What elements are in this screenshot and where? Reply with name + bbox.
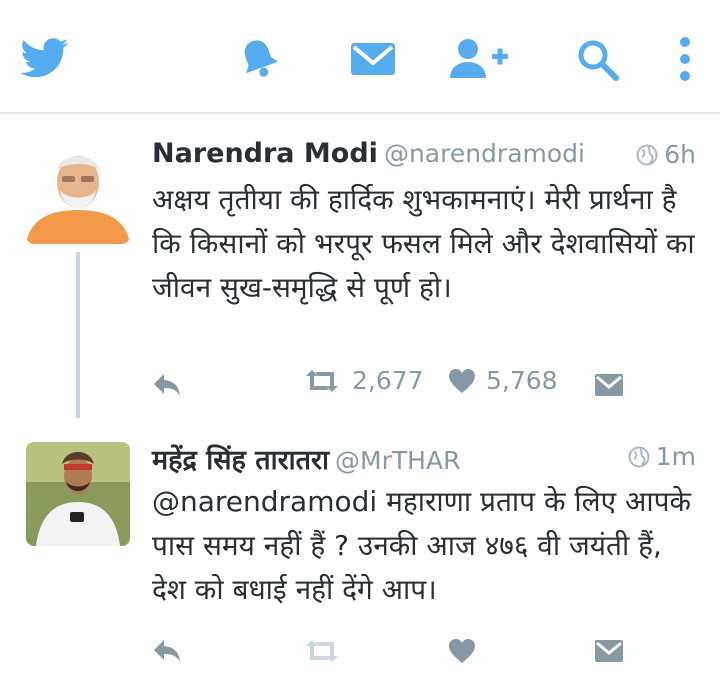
reply-icon[interactable] [152,638,182,664]
reply-icon[interactable] [152,372,182,398]
tweet-actions: 2,677 5,768 [152,366,632,406]
author-handle[interactable]: @MrTHAR [335,446,460,475]
top-nav-bar [0,0,720,114]
retweet-action[interactable]: 2,677 [302,366,424,395]
search-icon[interactable] [576,38,620,82]
messages-envelope-icon[interactable] [350,40,396,78]
heart-icon [449,368,475,393]
tweet-time: 1m [655,442,696,471]
heart-icon[interactable] [448,638,476,664]
globe-icon [636,144,658,165]
tweet-timestamp: 1m [628,442,696,471]
tweet-header: महेंद्र सिंह तारातरा @MrTHAR 1m [152,440,700,480]
like-count: 5,768 [486,366,558,395]
author-handle[interactable]: @narendramodi [384,139,585,168]
like-action[interactable]: 5,768 [448,366,558,395]
twitter-bird-icon[interactable] [20,38,70,78]
tweet-text: अक्षय तृतीया की हार्दिक शुभकामनाएं। मेरी… [152,183,695,304]
add-user-icon[interactable] [448,36,512,80]
retweet-count: 2,677 [352,366,424,395]
author-name[interactable]: महेंद्र सिंह तारातरा [152,445,329,476]
avatar[interactable] [26,140,130,244]
direct-message-icon[interactable] [594,638,624,664]
tweet-actions [152,632,632,672]
notifications-bell-icon[interactable] [236,36,282,82]
avatar[interactable] [26,442,130,546]
direct-message-icon[interactable] [594,372,624,398]
globe-icon [628,446,650,467]
author-name[interactable]: Narendra Modi [152,138,378,169]
tweet-timestamp: 6h [636,140,696,169]
retweet-icon [306,369,338,392]
tweet-text: @narendramodi महाराणा प्रताप के लिए आपके… [152,485,692,606]
tweet-header: Narendra Modi @narendramodi 6h [152,138,700,178]
more-options-icon[interactable] [676,36,694,82]
tweet-time: 6h [664,140,696,169]
retweet-icon[interactable] [302,638,342,664]
tweet-narendra-modi[interactable]: Narendra Modi @narendramodi 6h अक्षय तृती… [0,122,720,422]
tweet-mrthar[interactable]: महेंद्र सिंह तारातरा @MrTHAR 1m @narendra… [0,424,720,684]
